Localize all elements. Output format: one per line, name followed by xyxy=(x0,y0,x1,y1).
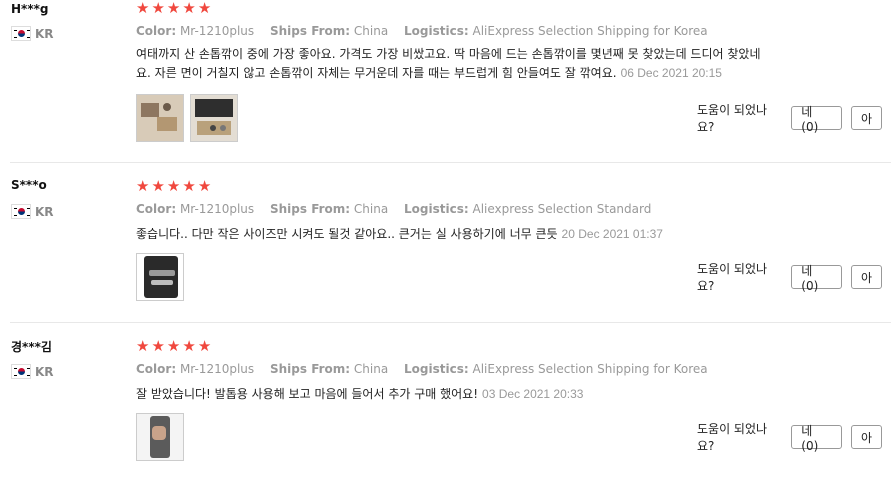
photo-image-icon xyxy=(137,95,183,141)
star-icon: ★ xyxy=(197,0,212,17)
review-divider xyxy=(10,322,891,323)
logistics-label: Logistics: xyxy=(404,24,469,38)
photo-image-icon xyxy=(191,95,237,141)
country-code: KR xyxy=(35,26,54,41)
star-icon: ★ xyxy=(166,0,181,17)
country-code: KR xyxy=(35,204,54,219)
reviewer-name: 경***김 xyxy=(11,340,52,354)
review-photos xyxy=(136,413,184,461)
star-icon: ★ xyxy=(197,177,212,195)
star-icon: ★ xyxy=(182,0,196,17)
star-icon: ★ xyxy=(151,0,165,17)
review-meta: Color: Mr-1210plus Ships From: China Log… xyxy=(136,362,720,376)
color-label: Color: xyxy=(136,24,177,38)
logistics-label: Logistics: xyxy=(404,362,469,376)
reviewer-name: S***o xyxy=(11,178,47,192)
review-text: 좋습니다.. 다만 작은 사이즈만 시켜도 될것 같아요.. 큰거는 실 사용하… xyxy=(136,225,858,244)
color-label: Color: xyxy=(136,202,177,216)
logistics-value: AliExpress Selection Shipping for Korea xyxy=(472,24,708,38)
star-icon: ★ xyxy=(151,337,165,355)
review-photos xyxy=(136,94,238,142)
ships-from-label: Ships From: xyxy=(269,24,351,38)
logistics-value: Aliexpress Selection Standard xyxy=(472,202,652,216)
helpful-yes-button[interactable]: 네 (0) xyxy=(791,105,842,134)
helpful-question: 도움이 되었나요? xyxy=(697,262,768,293)
star-icon: ★ xyxy=(151,177,165,195)
color-value: Mr-1210plus xyxy=(179,202,255,216)
helpful-yes-button[interactable]: 네 (0) xyxy=(791,264,842,293)
ships-from-value: China xyxy=(353,202,389,216)
helpful-yes-button[interactable]: 네 (0) xyxy=(791,424,842,453)
ships-from-value: China xyxy=(353,24,389,38)
review-date: 20 Dec 2021 01:37 xyxy=(561,227,663,241)
helpful-no-button[interactable]: 아 xyxy=(850,265,882,289)
country-code: KR xyxy=(35,364,54,379)
review-photo-thumbnail[interactable] xyxy=(136,253,184,301)
review-text: 여태까지 산 손톱깎이 중에 가장 좋아요. 가격도 가장 비쌌고요. 딱 마음… xyxy=(136,45,858,83)
review-text-line: 좋습니다.. 다만 작은 사이즈만 시켜도 될것 같아요.. 큰거는 실 사용하… xyxy=(136,227,558,241)
korea-flag-icon xyxy=(11,364,31,379)
helpful-question: 도움이 되었나요? xyxy=(697,422,768,453)
reviewer-country: KR xyxy=(11,204,54,219)
star-icon: ★ xyxy=(182,177,196,195)
star-rating: ★ ★ ★ ★ ★ xyxy=(136,179,211,194)
review-meta: Color: Mr-1210plus Ships From: China Log… xyxy=(136,24,720,38)
reviewer-country: KR xyxy=(11,364,54,379)
helpful-section: 도움이 되었나요? 네 (0) 아 xyxy=(697,101,891,135)
korea-flag-icon xyxy=(11,204,31,219)
star-icon: ★ xyxy=(136,177,150,195)
star-rating: ★ ★ ★ ★ ★ xyxy=(136,339,211,354)
review-photo-thumbnail[interactable] xyxy=(136,94,184,142)
color-value: Mr-1210plus xyxy=(179,362,255,376)
review-photo-thumbnail[interactable] xyxy=(136,413,184,461)
helpful-no-button[interactable]: 아 xyxy=(850,106,882,130)
star-icon: ★ xyxy=(136,0,150,17)
review-photo-thumbnail[interactable] xyxy=(190,94,238,142)
review-date: 06 Dec 2021 20:15 xyxy=(620,66,722,80)
review-meta: Color: Mr-1210plus Ships From: China Log… xyxy=(136,202,663,216)
reviewer-name: H***g xyxy=(11,2,49,16)
logistics-label: Logistics: xyxy=(404,202,469,216)
photo-image-icon xyxy=(137,414,183,460)
review-text: 잘 받았습니다! 발톱용 사용해 보고 마음에 들어서 추가 구매 했어요! 03… xyxy=(136,385,858,404)
review-divider xyxy=(10,162,891,163)
star-icon: ★ xyxy=(166,177,181,195)
ships-from-value: China xyxy=(353,362,389,376)
star-icon: ★ xyxy=(182,337,196,355)
ships-from-label: Ships From: xyxy=(269,362,351,376)
color-label: Color: xyxy=(136,362,177,376)
star-icon: ★ xyxy=(166,337,181,355)
color-value: Mr-1210plus xyxy=(179,24,255,38)
star-rating: ★ ★ ★ ★ ★ xyxy=(136,1,211,16)
review-date: 03 Dec 2021 20:33 xyxy=(482,387,584,401)
logistics-value: AliExpress Selection Shipping for Korea xyxy=(472,362,708,376)
review-text-line: 요. 자른 면이 거칠지 않고 손톱깎이 자체는 무거운데 자를 때는 부드럽게… xyxy=(136,66,617,80)
review-text-line: 여태까지 산 손톱깎이 중에 가장 좋아요. 가격도 가장 비쌌고요. 딱 마음… xyxy=(136,47,761,61)
star-icon: ★ xyxy=(136,337,150,355)
helpful-question: 도움이 되었나요? xyxy=(697,103,768,134)
helpful-section: 도움이 되었나요? 네 (0) 아 xyxy=(697,260,891,294)
star-icon: ★ xyxy=(197,337,212,355)
photo-image-icon xyxy=(137,254,183,300)
korea-flag-icon xyxy=(11,26,31,41)
review-photos xyxy=(136,253,184,301)
ships-from-label: Ships From: xyxy=(269,202,351,216)
reviewer-country: KR xyxy=(11,26,54,41)
helpful-section: 도움이 되었나요? 네 (0) 아 xyxy=(697,420,891,454)
review-text-line: 잘 받았습니다! 발톱용 사용해 보고 마음에 들어서 추가 구매 했어요! xyxy=(136,387,479,401)
helpful-no-button[interactable]: 아 xyxy=(850,425,882,449)
